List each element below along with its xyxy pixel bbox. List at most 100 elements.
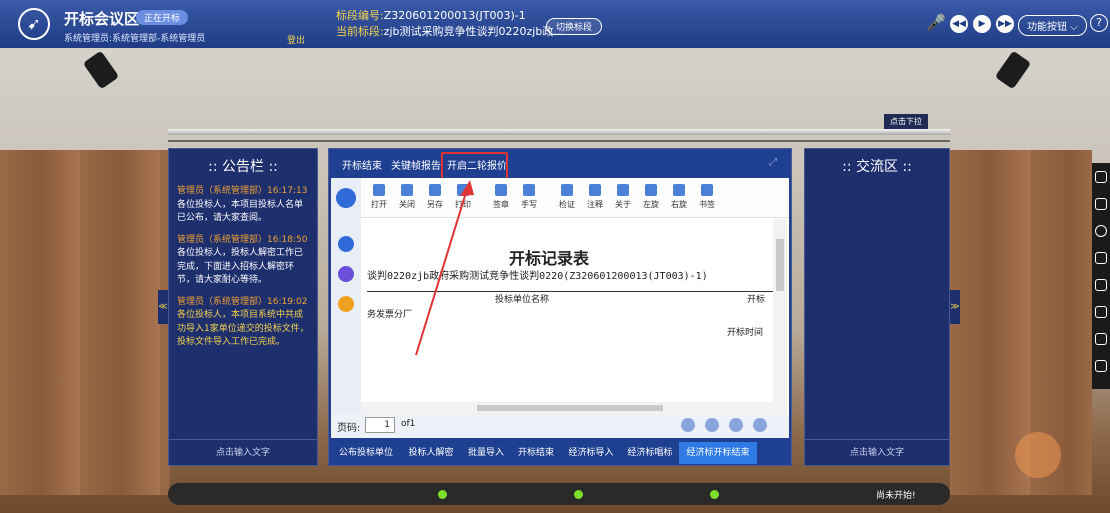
sign-label: 签章 (493, 200, 509, 209)
about-icon[interactable]: 关于 (609, 184, 637, 210)
handwrite-icon[interactable]: 手写 (515, 184, 543, 210)
tab-bar: 开标结束 关键帧报告 开启二轮报价 ⤢ (329, 149, 791, 179)
chat-bubble-icon[interactable] (1095, 171, 1107, 183)
project-no: Z320601200013(JT003)-1 (383, 9, 526, 22)
top-bar: ➹ 开标会议区 正在开标 系统管理员:系统管理部-系统管理员 登出 标段编号:Z… (0, 0, 1110, 48)
rotate-right-icon[interactable]: 右旋 (665, 184, 693, 210)
announcement-input[interactable]: 点击输入文字 (169, 439, 317, 465)
chat-panel: :: 交流区 :: 点击输入文字 (804, 148, 950, 466)
bookmark-icon[interactable]: 书签 (693, 184, 721, 210)
horizontal-scrollbar[interactable] (361, 402, 773, 414)
page-label: 页码: (337, 423, 361, 434)
current-section-label: 当前标段: (336, 25, 384, 38)
progress-dot (574, 490, 583, 499)
chat-input[interactable]: 点击输入文字 (805, 439, 949, 465)
logo-icon: ➹ (18, 8, 50, 40)
viewer-icon-column (331, 178, 361, 438)
message-icon[interactable] (1095, 198, 1107, 210)
dropdown-button[interactable]: 点击下拉 (884, 114, 928, 129)
save-as-icon[interactable]: 另存 (421, 184, 449, 210)
open-label: 打开 (371, 200, 387, 209)
first-page-icon[interactable] (681, 418, 695, 432)
e-icon[interactable] (336, 188, 356, 208)
copy-icon[interactable] (1095, 279, 1107, 291)
spotlight-left-icon (82, 50, 120, 90)
status-badge: 正在开标 (136, 10, 189, 25)
print-icon[interactable]: 打印 (449, 184, 477, 210)
announcement-time: 管理员（系统管理部）16:19:02 (177, 296, 308, 307)
switch-section-button[interactable]: 切换标段 (546, 18, 603, 35)
comment-icon[interactable]: 注释 (581, 184, 609, 210)
handwrite-label: 手写 (521, 200, 537, 209)
progress-bar: 尚未开始! (168, 483, 950, 505)
function-button[interactable]: 功能按钮 ⌵ (1018, 15, 1087, 36)
vertical-scrollbar[interactable] (773, 219, 787, 414)
function-button-label: 功能按钮 (1027, 22, 1067, 33)
collapse-left-icon[interactable]: ≪ (158, 290, 168, 324)
question-icon[interactable] (1095, 225, 1107, 237)
table-border (367, 291, 773, 292)
spotlight-right-icon (994, 50, 1032, 90)
logout-link[interactable]: 登出 (287, 33, 305, 46)
close-icon[interactable]: 关闭 (393, 184, 421, 210)
announcement-text: 各位投标人，本项目系统中共成功导入1家单位递交的投标文件，投标文件导入工作已完成… (177, 310, 309, 347)
tab-keyframe-report[interactable]: 关键帧报告 (391, 157, 441, 172)
viewer-toolbar: 打开 关闭 另存 打印 签章 手写 检证 注释 关于 左旋 右旋 书签 (361, 178, 789, 218)
expand-icon[interactable]: ⤢ (769, 157, 777, 168)
microphone-icon[interactable]: 🎤 (926, 13, 946, 32)
table-cell: 务发票分厂 (367, 310, 413, 320)
col-bidder-name: 投标单位名称 (495, 295, 550, 305)
pen-icon[interactable] (338, 296, 354, 312)
collapse-right-icon[interactable]: ≫ (950, 290, 960, 324)
announcement-list: 管理员（系统管理部）16:17:13 各位投标人，本项目投标人名单已公布，请大家… (169, 185, 317, 350)
fast-forward-icon[interactable]: ▶▶ (996, 15, 1014, 33)
open-icon[interactable]: 打开 (365, 184, 393, 210)
rewind-icon[interactable]: ◀◀ (950, 15, 968, 33)
rotate-left-label: 左旋 (643, 200, 659, 209)
document-page: 开标记录表 谈判0220zjb政府采购测试竞争性谈判0220(Z32060120… (361, 219, 773, 414)
table-cell: 开标时间 (727, 328, 764, 338)
close-label: 关闭 (399, 200, 415, 209)
phone-icon[interactable] (1095, 333, 1107, 345)
stage-rail-shadow (168, 140, 950, 142)
help-icon[interactable]: ? (1090, 14, 1108, 32)
doc-subtitle: 谈判0220zjb政府采购测试竞争性谈判0220(Z320601200013(J… (367, 271, 708, 282)
page-input[interactable]: 1 (365, 417, 395, 433)
print-label: 打印 (455, 200, 471, 209)
announcement-title: :: 公告栏 :: (208, 159, 278, 175)
doc-icon[interactable] (338, 236, 354, 252)
announcement-time: 管理员（系统管理部）16:17:13 (177, 186, 308, 196)
publish-bidders-button[interactable]: 公布投标单位 (331, 442, 401, 464)
user-info: 系统管理员:系统管理部-系统管理员 (64, 34, 206, 44)
play-icon[interactable]: ▶ (973, 15, 991, 33)
highlight-box (441, 152, 508, 180)
rotate-left-icon[interactable]: 左旋 (637, 184, 665, 210)
econ-end-button[interactable]: 经济标开标结束 (679, 442, 757, 464)
tab-end-opening[interactable]: 开标结束 (342, 157, 382, 172)
next-page-icon[interactable] (729, 418, 743, 432)
comment-label: 注释 (587, 200, 603, 209)
last-page-icon[interactable] (753, 418, 767, 432)
page-title: 开标会议区 (64, 10, 140, 28)
comment-icon[interactable] (1095, 306, 1107, 318)
scroll-thumb[interactable] (776, 239, 784, 291)
batch-import-button[interactable]: 批量导入 (461, 442, 511, 464)
announcement-text: 各位投标人，本项目投标人名单已公布，请大家查阅。 (177, 199, 304, 224)
scroll-thumb[interactable] (477, 405, 663, 411)
grid-icon[interactable] (338, 266, 354, 282)
sign-icon[interactable]: 签章 (487, 184, 515, 210)
end-opening-button[interactable]: 开标结束 (511, 442, 561, 464)
pdf-viewer: 打开 关闭 另存 打印 签章 手写 检证 注释 关于 左旋 右旋 书签 开标记录… (331, 178, 789, 438)
bidder-decrypt-button[interactable]: 投标人解密 (401, 442, 461, 464)
image-icon[interactable] (1095, 360, 1107, 372)
econ-import-button[interactable]: 经济标导入 (561, 442, 621, 464)
right-toolbar (1092, 163, 1110, 389)
econ-read-button[interactable]: 经济标唱标 (621, 442, 679, 464)
progress-status: 尚未开始! (876, 491, 916, 501)
doc-title: 开标记录表 (509, 249, 590, 268)
mail-icon[interactable] (1095, 252, 1107, 264)
prev-page-icon[interactable] (705, 418, 719, 432)
announcement-panel: :: 公告栏 :: 管理员（系统管理部）16:17:13 各位投标人，本项目投标… (168, 148, 318, 466)
verify-icon[interactable]: 检证 (553, 184, 581, 210)
speed-dial-icon[interactable] (1015, 432, 1061, 478)
